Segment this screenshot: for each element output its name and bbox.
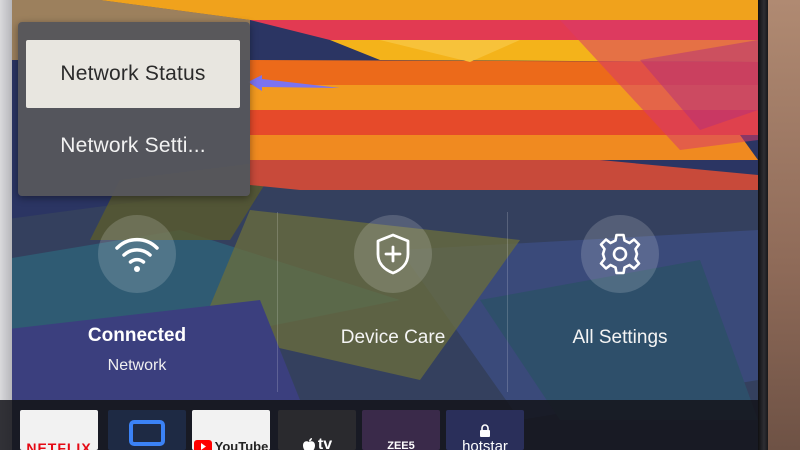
menu-item-network-status[interactable]: Network Status — [26, 40, 240, 108]
app-bar: NETFLIX YouTube tv ZEE5 hotstar — [0, 400, 758, 450]
menu-item-network-settings[interactable]: Network Setti... — [26, 112, 240, 180]
app-youtube[interactable]: YouTube — [192, 410, 270, 450]
tile-network[interactable]: Connected Network — [22, 215, 252, 390]
icon-circle — [581, 215, 659, 293]
shield-plus-icon — [376, 233, 410, 275]
app-label: hotstar — [462, 438, 508, 450]
icon-circle — [354, 215, 432, 293]
icon-circle — [98, 215, 176, 293]
app-zee5[interactable]: ZEE5 — [362, 410, 440, 450]
app-netflix[interactable]: NETFLIX — [20, 410, 98, 450]
lock-icon — [480, 424, 490, 437]
tile-primary-label: Connected — [87, 325, 187, 346]
app-label: YouTube — [214, 439, 269, 450]
app-hotstar[interactable]: hotstar — [446, 410, 524, 450]
app-label: ZEE5 — [387, 440, 415, 450]
app-screen-share[interactable] — [108, 410, 186, 450]
tv-bezel — [758, 0, 768, 450]
app-label: tv — [317, 436, 333, 450]
menu-item-label: Network Setti... — [60, 134, 206, 157]
tv-screen: Network Status Network Setti... Connecte… — [0, 0, 758, 450]
tile-primary-label: All Settings — [572, 327, 668, 348]
wifi-icon — [115, 237, 159, 272]
network-menu: Network Status Network Setti... — [18, 22, 250, 196]
tile-secondary-label: Network — [107, 357, 167, 374]
app-apple-tv[interactable]: tv — [278, 410, 356, 450]
gear-icon — [599, 233, 641, 275]
youtube-play-icon — [193, 440, 212, 450]
screen-left-edge — [0, 0, 12, 450]
tile-device-care[interactable]: Device Care — [278, 215, 508, 390]
app-label: NETFLIX — [26, 440, 92, 450]
menu-item-label: Network Status — [60, 62, 206, 85]
apple-icon — [302, 438, 315, 450]
tile-primary-label: Device Care — [340, 327, 446, 348]
screen-icon — [129, 420, 165, 446]
wall-background — [768, 0, 800, 450]
tile-all-settings[interactable]: All Settings — [505, 215, 735, 390]
